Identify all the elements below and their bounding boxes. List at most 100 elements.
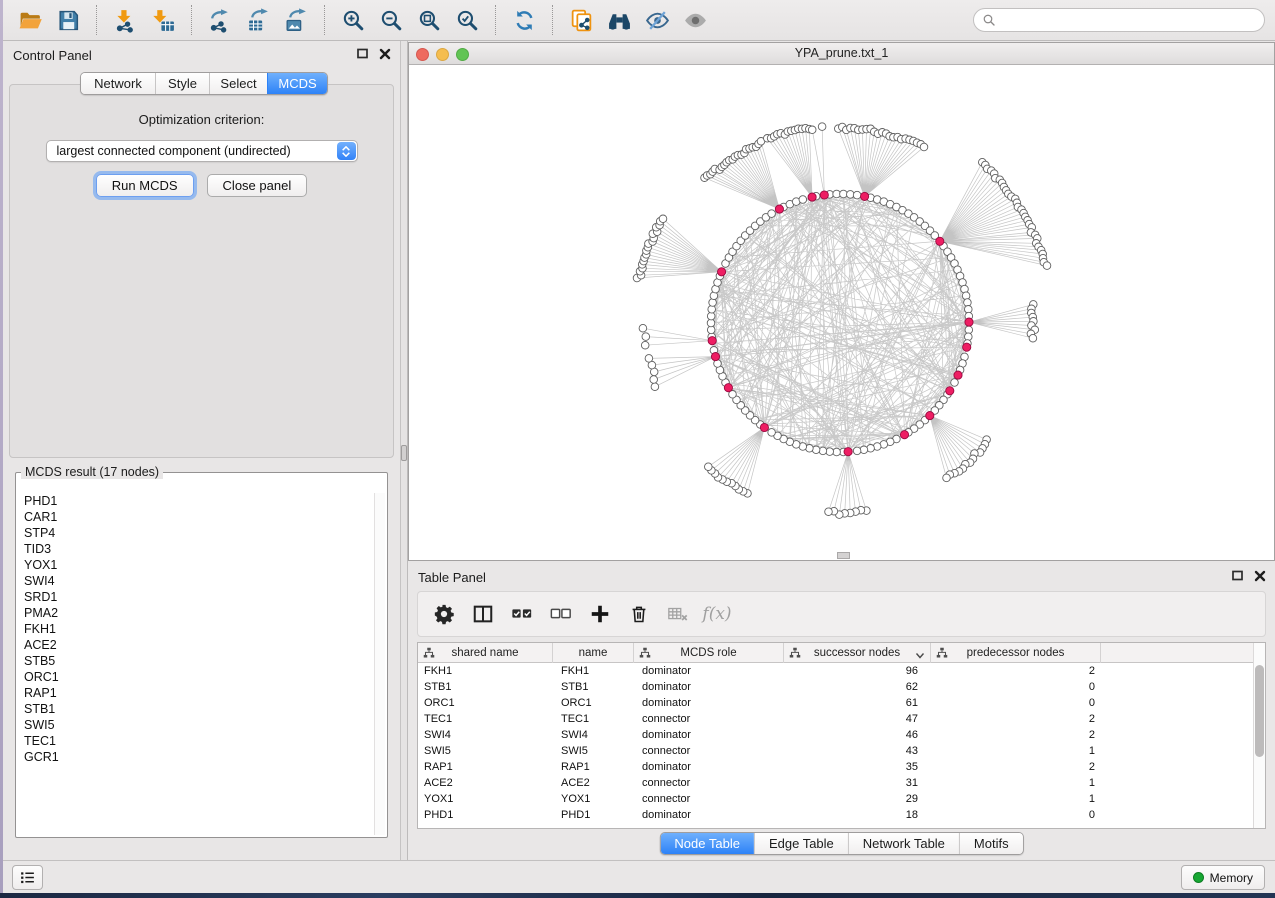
cell-mcds-role[interactable]: dominator: [634, 759, 784, 775]
task-history-button[interactable]: [12, 865, 43, 890]
zoom-selected-icon[interactable]: [452, 5, 482, 35]
cell-successor-nodes[interactable]: 43: [784, 743, 931, 759]
cell-predecessor-nodes[interactable]: 1: [931, 775, 1101, 791]
split-panel-icon[interactable]: [471, 602, 495, 626]
cell-mcds-role[interactable]: connector: [634, 743, 784, 759]
toggle-graphics-details-icon[interactable]: [642, 5, 672, 35]
window-close-icon[interactable]: [416, 48, 429, 61]
cell-mcds-role[interactable]: connector: [634, 775, 784, 791]
close-panel-icon[interactable]: [378, 47, 392, 61]
table-row[interactable]: RAP1RAP1dominator352: [418, 759, 1253, 775]
tab-style[interactable]: Style: [155, 73, 209, 94]
cell-shared-name[interactable]: STB1: [418, 679, 553, 695]
cell-mcds-role[interactable]: dominator: [634, 679, 784, 695]
tab-node-table[interactable]: Node Table: [660, 833, 754, 854]
mcds-result-list[interactable]: PHD1CAR1STP4TID3YOX1SWI4SRD1PMA2FKH1ACE2…: [18, 493, 373, 835]
table-row[interactable]: TEC1TEC1connector472: [418, 711, 1253, 727]
zoom-fit-icon[interactable]: [414, 5, 444, 35]
cell-predecessor-nodes[interactable]: 2: [931, 663, 1101, 679]
cell-shared-name[interactable]: SWI4: [418, 727, 553, 743]
cell-name[interactable]: RAP1: [553, 759, 634, 775]
cell-name[interactable]: YOX1: [553, 791, 634, 807]
window-minimize-icon[interactable]: [436, 48, 449, 61]
cell-successor-nodes[interactable]: 46: [784, 727, 931, 743]
cell-name[interactable]: ORC1: [553, 695, 634, 711]
add-column-icon[interactable]: [588, 602, 612, 626]
cell-shared-name[interactable]: TEC1: [418, 711, 553, 727]
panel-splitter[interactable]: [400, 41, 408, 860]
search-input[interactable]: [997, 11, 1264, 29]
table-row[interactable]: YOX1YOX1connector291: [418, 791, 1253, 807]
table-row[interactable]: FKH1FKH1dominator962: [418, 663, 1253, 679]
column-header-MCDS-role[interactable]: MCDS role: [634, 643, 784, 663]
cell-predecessor-nodes[interactable]: 2: [931, 727, 1101, 743]
mcds-result-scrollbar[interactable]: [374, 493, 385, 835]
cell-name[interactable]: SWI4: [553, 727, 634, 743]
splitter-grip-icon[interactable]: [401, 445, 407, 461]
cell-mcds-role[interactable]: dominator: [634, 663, 784, 679]
table-row[interactable]: SWI4SWI4dominator462: [418, 727, 1253, 743]
tab-motifs[interactable]: Motifs: [959, 833, 1023, 854]
table-row[interactable]: PHD1PHD1dominator180: [418, 807, 1253, 823]
settings-gear-icon[interactable]: [432, 602, 456, 626]
select-all-icon[interactable]: [510, 602, 534, 626]
cell-predecessor-nodes[interactable]: 2: [931, 711, 1101, 727]
cell-mcds-role[interactable]: dominator: [634, 807, 784, 823]
cell-name[interactable]: TEC1: [553, 711, 634, 727]
cell-successor-nodes[interactable]: 35: [784, 759, 931, 775]
cell-predecessor-nodes[interactable]: 0: [931, 807, 1101, 823]
network-window-titlebar[interactable]: YPA_prune.txt_1: [409, 43, 1274, 65]
deselect-all-icon[interactable]: [549, 602, 573, 626]
cell-name[interactable]: PHD1: [553, 807, 634, 823]
cell-mcds-role[interactable]: dominator: [634, 695, 784, 711]
cell-predecessor-nodes[interactable]: 1: [931, 791, 1101, 807]
cell-predecessor-nodes[interactable]: 2: [931, 759, 1101, 775]
import-table-icon[interactable]: [148, 5, 178, 35]
tab-select[interactable]: Select: [209, 73, 267, 94]
table-row[interactable]: ORC1ORC1dominator610: [418, 695, 1253, 711]
cell-shared-name[interactable]: PHD1: [418, 807, 553, 823]
clone-network-icon[interactable]: [566, 5, 596, 35]
search-box[interactable]: [973, 8, 1265, 32]
run-mcds-button[interactable]: Run MCDS: [96, 174, 194, 197]
open-session-icon[interactable]: [15, 5, 45, 35]
export-table-icon[interactable]: [243, 5, 273, 35]
horizontal-splitter-grip[interactable]: [837, 552, 850, 559]
cell-successor-nodes[interactable]: 62: [784, 679, 931, 695]
column-header-shared-name[interactable]: shared name: [418, 643, 553, 663]
search-binoculars-icon[interactable]: [604, 5, 634, 35]
tab-network-table[interactable]: Network Table: [848, 833, 959, 854]
cell-shared-name[interactable]: SWI5: [418, 743, 553, 759]
cell-name[interactable]: SWI5: [553, 743, 634, 759]
tab-mcds[interactable]: MCDS: [267, 73, 327, 94]
cell-mcds-role[interactable]: dominator: [634, 727, 784, 743]
import-network-icon[interactable]: [110, 5, 140, 35]
cell-name[interactable]: STB1: [553, 679, 634, 695]
window-maximize-icon[interactable]: [456, 48, 469, 61]
network-graph[interactable]: [409, 65, 1274, 560]
show-hide-details-icon[interactable]: [680, 5, 710, 35]
delete-column-icon[interactable]: [627, 602, 651, 626]
tab-edge-table[interactable]: Edge Table: [754, 833, 848, 854]
export-network-icon[interactable]: [205, 5, 235, 35]
cell-mcds-role[interactable]: connector: [634, 711, 784, 727]
zoom-out-icon[interactable]: [376, 5, 406, 35]
save-session-icon[interactable]: [53, 5, 83, 35]
tab-network[interactable]: Network: [81, 73, 155, 94]
network-canvas[interactable]: [409, 65, 1274, 560]
refresh-icon[interactable]: [509, 5, 539, 35]
column-header-name[interactable]: name: [553, 643, 634, 663]
close-panel-icon[interactable]: [1253, 569, 1267, 583]
cell-name[interactable]: ACE2: [553, 775, 634, 791]
cell-predecessor-nodes[interactable]: 0: [931, 679, 1101, 695]
table-scrollbar-thumb[interactable]: [1255, 665, 1264, 757]
table-row[interactable]: SWI5SWI5connector431: [418, 743, 1253, 759]
table-row[interactable]: ACE2ACE2connector311: [418, 775, 1253, 791]
optimization-criterion-select[interactable]: largest connected component (undirected): [46, 140, 358, 162]
cell-predecessor-nodes[interactable]: 1: [931, 743, 1101, 759]
cell-shared-name[interactable]: RAP1: [418, 759, 553, 775]
table-row[interactable]: STB1STB1dominator620: [418, 679, 1253, 695]
cell-successor-nodes[interactable]: 61: [784, 695, 931, 711]
float-panel-icon[interactable]: [1231, 569, 1245, 583]
cell-successor-nodes[interactable]: 31: [784, 775, 931, 791]
